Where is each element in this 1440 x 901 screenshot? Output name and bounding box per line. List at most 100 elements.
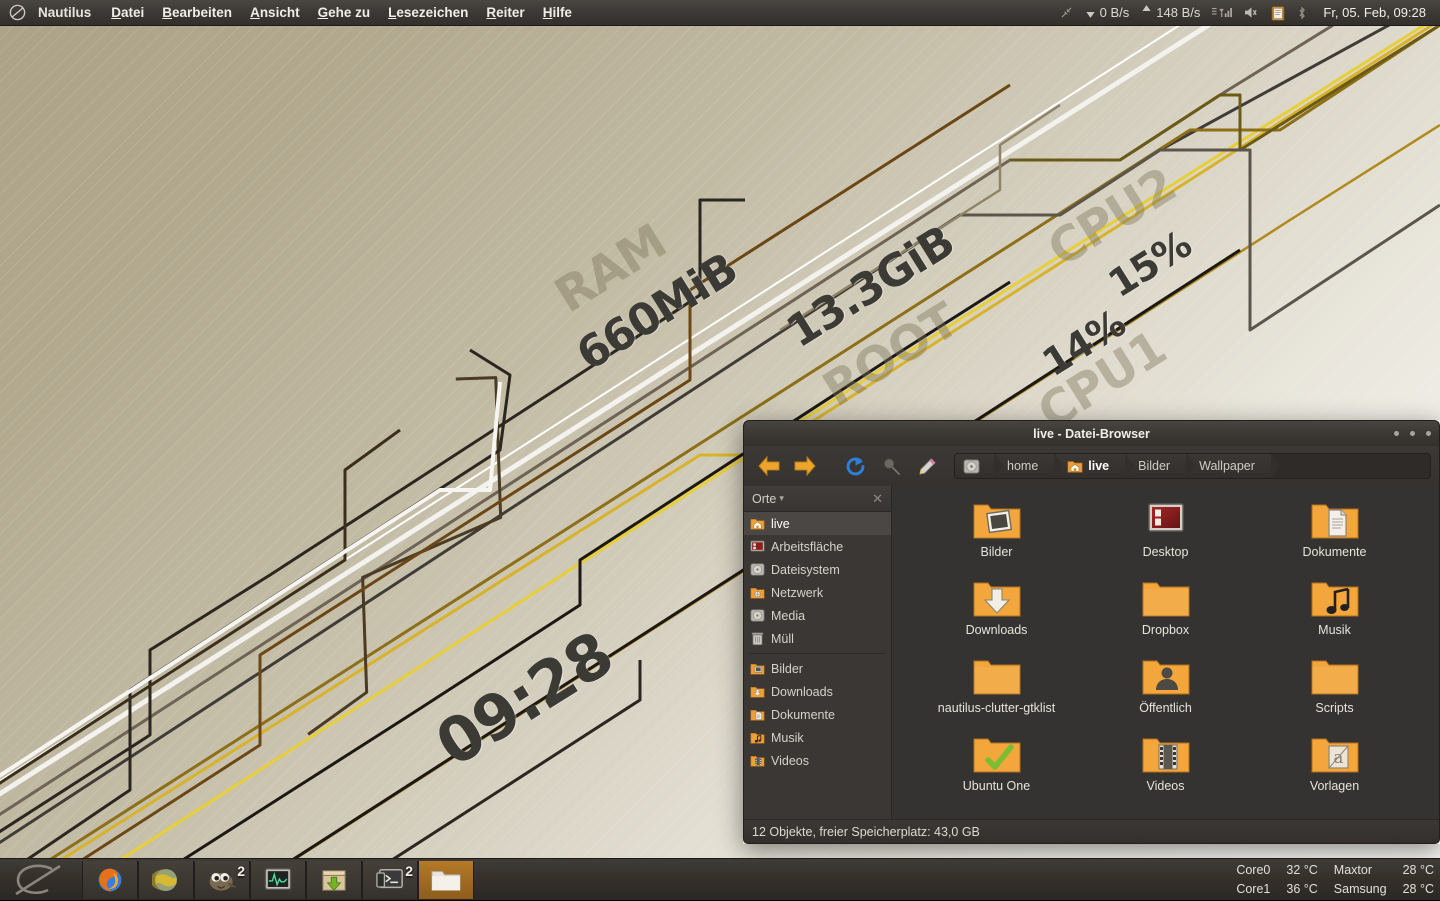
file-item-label: Desktop — [1143, 545, 1189, 559]
file-item-scripts[interactable]: Scripts — [1250, 652, 1419, 730]
sidebar-item-label: Arbeitsfläche — [771, 540, 843, 554]
network-disconnected-icon[interactable] — [1054, 6, 1079, 19]
breadcrumb-item-filesystem[interactable] — [955, 454, 995, 478]
menu-reiter[interactable]: Reiter — [477, 0, 533, 26]
panel-clock[interactable]: Fr, 05. Feb, 09:28 — [1313, 5, 1432, 20]
firefox-icon — [96, 866, 124, 894]
breadcrumb-item-live[interactable]: live — [1055, 454, 1126, 478]
sidebar-item-label: live — [771, 517, 790, 531]
sidebar-item-live[interactable]: live — [744, 512, 891, 535]
file-item-musik[interactable]: Musik — [1250, 574, 1419, 652]
file-item-label: Dokumente — [1303, 545, 1367, 559]
close-button[interactable] — [1426, 431, 1431, 436]
close-icon[interactable]: ✕ — [872, 491, 883, 507]
pictures-folder-icon — [750, 661, 765, 676]
breadcrumb-item-home[interactable]: home — [995, 454, 1055, 478]
sensor-value-core0: 32 °C — [1286, 861, 1317, 880]
ubuntu-logo-icon[interactable] — [0, 0, 34, 26]
task-file-manager[interactable] — [418, 861, 474, 899]
pencil-edit-icon — [918, 457, 937, 476]
update-manager-icon — [320, 867, 348, 893]
file-item-dokumente[interactable]: Dokumente — [1250, 496, 1419, 574]
edit-location-button[interactable] — [910, 450, 944, 482]
show-desktop-icon[interactable] — [0, 859, 82, 901]
task-globe-browser[interactable] — [138, 861, 194, 899]
sidebar-item-label: Dateisystem — [771, 563, 840, 577]
file-item-ubuntu-one[interactable]: Ubuntu One — [912, 730, 1081, 808]
nautilus-window[interactable]: live - Datei-Browser — [743, 420, 1440, 844]
sidebar-item-dateisystem[interactable]: Dateisystem — [744, 558, 891, 581]
window-controls — [1394, 431, 1431, 436]
sidebar-item-label: Netzwerk — [771, 586, 823, 600]
task-terminal[interactable]: 2 — [362, 861, 418, 899]
upload-arrow-icon — [1141, 5, 1152, 21]
top-panel: Nautilus Datei Bearbeiten Ansicht Gehe z… — [0, 0, 1440, 26]
sidebar-item-arbeitsflaeche[interactable]: Arbeitsfläche — [744, 535, 891, 558]
back-button[interactable] — [752, 450, 786, 482]
globe-browser-icon — [152, 866, 180, 894]
sidebar-item-musik[interactable]: Musik — [744, 726, 891, 749]
file-item-nautilus-clutter-gtklist[interactable]: nautilus-clutter-gtklist — [912, 652, 1081, 730]
sidebar-item-label: Media — [771, 609, 805, 623]
sidebar-item-downloads[interactable]: Downloads — [744, 680, 891, 703]
places-label: Orte — [752, 492, 776, 506]
menu-hilfe[interactable]: Hilfe — [534, 0, 581, 26]
statusbar-text: 12 Objekte, freier Speicherplatz: 43,0 G… — [752, 825, 980, 839]
file-item-downloads[interactable]: Downloads — [912, 574, 1081, 652]
bluetooth-icon[interactable] — [1291, 6, 1313, 20]
sensor-name-samsung: Samsung — [1334, 880, 1387, 899]
app-menu-title[interactable]: Nautilus — [34, 5, 102, 20]
download-rate-indicator[interactable]: 0 B/s — [1079, 5, 1136, 21]
desktop-icon — [750, 539, 765, 554]
music-folder-icon — [1309, 576, 1361, 620]
menu-bearbeiten[interactable]: Bearbeiten — [153, 0, 241, 26]
file-item-videos[interactable]: Videos — [1081, 730, 1250, 808]
breadcrumb-item-bilder[interactable]: Bilder — [1126, 454, 1187, 478]
menu-lesezeichen[interactable]: Lesezeichen — [379, 0, 477, 26]
reload-icon — [845, 456, 866, 477]
sidebar-item-videos[interactable]: Videos — [744, 749, 891, 772]
breadcrumb-item-wallpaper[interactable]: Wallpaper — [1187, 454, 1272, 478]
file-item-dropbox[interactable]: Dropbox — [1081, 574, 1250, 652]
sidebar-header[interactable]: Orte ▾ ✕ — [744, 486, 891, 512]
downloads-folder-icon — [750, 684, 765, 699]
wifi-signal-icon[interactable] — [1206, 6, 1238, 19]
window-titlebar[interactable]: live - Datei-Browser — [743, 420, 1440, 446]
file-item-desktop[interactable]: Desktop — [1081, 496, 1250, 574]
download-arrow-icon — [1085, 5, 1096, 21]
sidebar-item-muell[interactable]: Müll — [744, 627, 891, 650]
nautilus-statusbar: 12 Objekte, freier Speicherplatz: 43,0 G… — [743, 819, 1440, 844]
menu-datei[interactable]: Datei — [102, 0, 153, 26]
svg-text:a: a — [1333, 748, 1343, 768]
volume-icon[interactable] — [1238, 6, 1265, 19]
sidebar-item-netzwerk[interactable]: Netzwerk — [744, 581, 891, 604]
file-icon-view[interactable]: Bilder Desktop — [892, 486, 1439, 819]
system-tray: 0 B/s 148 B/s — [1054, 5, 1440, 21]
search-button[interactable] — [874, 450, 908, 482]
reload-button[interactable] — [838, 450, 872, 482]
forward-button[interactable] — [788, 450, 822, 482]
sensor-value-samsung: 28 °C — [1403, 880, 1434, 899]
sidebar-item-bilder[interactable]: Bilder — [744, 657, 891, 680]
task-update-manager[interactable] — [306, 861, 362, 899]
sidebar-item-dokumente[interactable]: Dokumente — [744, 703, 891, 726]
music-folder-icon — [750, 730, 765, 745]
chevron-down-icon[interactable]: ▾ — [779, 493, 784, 504]
breadcrumb-label: live — [1088, 459, 1109, 473]
minimize-button[interactable] — [1394, 431, 1399, 436]
file-item-vorlagen[interactable]: a Vorlagen — [1250, 730, 1419, 808]
task-gimp[interactable]: 2 — [194, 861, 250, 899]
menu-gehe-zu[interactable]: Gehe zu — [309, 0, 380, 26]
sensor-value-core1: 36 °C — [1286, 880, 1317, 899]
public-folder-icon — [1140, 654, 1192, 698]
maximize-button[interactable] — [1410, 431, 1415, 436]
task-system-monitor[interactable] — [250, 861, 306, 899]
sidebar-item-media[interactable]: Media — [744, 604, 891, 627]
hard-disk-icon — [750, 608, 765, 623]
upload-rate-indicator[interactable]: 148 B/s — [1135, 5, 1206, 21]
menu-ansicht[interactable]: Ansicht — [241, 0, 309, 26]
task-firefox[interactable] — [82, 861, 138, 899]
file-item-bilder[interactable]: Bilder — [912, 496, 1081, 574]
clipboard-icon[interactable] — [1265, 5, 1291, 21]
file-item-oeffentlich[interactable]: Öffentlich — [1081, 652, 1250, 730]
